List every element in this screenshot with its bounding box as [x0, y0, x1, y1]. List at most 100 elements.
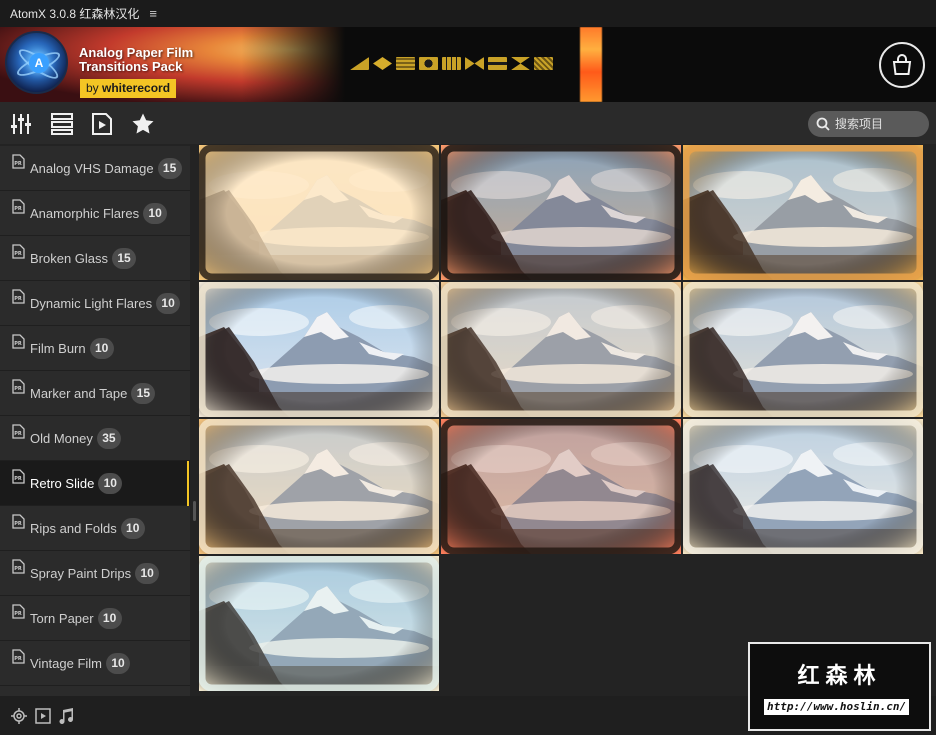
scrollbar-thumb[interactable]: [193, 501, 196, 521]
sidebar-item-label: Film Burn: [30, 340, 86, 356]
sidebar-item-label: Dynamic Light Flares: [30, 295, 153, 311]
sidebar-item-label: Spray Paint Drips: [30, 565, 132, 581]
preset-file-icon: PR: [12, 424, 25, 439]
sidebar-item-count: 10: [89, 337, 114, 359]
sidebar-item-count: 10: [98, 472, 123, 494]
sidebar-item-label: Torn Paper: [30, 610, 94, 626]
preset-thumbnail[interactable]: [441, 419, 681, 554]
sidebar-item[interactable]: PR Retro Slide 10: [0, 461, 190, 506]
preset-thumbnail[interactable]: [683, 145, 923, 280]
sidebar-item-count: 10: [143, 202, 168, 224]
sidebar-item-count: 10: [97, 607, 122, 629]
product-banner: A Analog Paper Film Transitions Pack by …: [0, 27, 936, 102]
preview-grid: [198, 144, 928, 696]
sidebar-item-count: 15: [112, 247, 137, 269]
preset-file-icon: PR: [12, 514, 25, 529]
sidebar-item[interactable]: PR Vintage Film 10: [0, 641, 190, 686]
list-icon: [51, 113, 73, 135]
list-view-button[interactable]: [50, 112, 74, 136]
menu-icon[interactable]: ≡: [149, 6, 157, 21]
preset-thumbnail[interactable]: [683, 419, 923, 554]
logo-letter: A: [29, 53, 49, 73]
preset-file-icon: PR: [12, 379, 25, 394]
preset-file-icon: PR: [12, 649, 25, 664]
sidebar-item[interactable]: PR Dynamic Light Flares 10: [0, 281, 190, 326]
svg-text:PR: PR: [14, 611, 22, 617]
banner-title-line2: Transitions Pack: [79, 59, 183, 74]
svg-text:PR: PR: [14, 521, 22, 527]
preset-thumbnail[interactable]: [199, 419, 439, 554]
music-icon[interactable]: [58, 708, 74, 724]
banner-title: Analog Paper Film Transitions Pack: [79, 46, 193, 74]
preset-thumbnail[interactable]: [683, 282, 923, 417]
title-bar: AtomX 3.0.8 红森林汉化 ≡: [0, 0, 936, 27]
sidebar-item-label: Old Money: [30, 430, 93, 446]
play-file-icon: [92, 113, 112, 135]
author-badge[interactable]: by whiterecord: [80, 79, 177, 98]
svg-text:PR: PR: [14, 656, 22, 662]
search-box[interactable]: [808, 111, 929, 137]
watermark-title: 红森林: [797, 664, 882, 689]
transition-icons-strip: [350, 57, 553, 70]
sidebar-item-label: Broken Glass: [30, 250, 109, 266]
transition-icon: [442, 57, 461, 70]
author-prefix: by: [86, 81, 103, 95]
sidebar-item-label: Retro Slide: [30, 475, 95, 491]
svg-text:PR: PR: [14, 476, 22, 482]
sidebar-scrollbar[interactable]: [191, 146, 198, 696]
svg-text:PR: PR: [14, 431, 22, 437]
sidebar-item-count: 15: [131, 382, 156, 404]
search-input[interactable]: [835, 117, 927, 131]
sidebar-item[interactable]: PR Marker and Tape 15: [0, 371, 190, 416]
preset-file-icon: PR: [12, 199, 25, 214]
sidebar-item[interactable]: PR Analog VHS Damage 15: [0, 146, 190, 191]
preset-file-icon: PR: [12, 244, 25, 259]
sidebar-item[interactable]: PR Spray Paint Drips 10: [0, 551, 190, 596]
svg-text:PR: PR: [14, 566, 22, 572]
transition-icon: [534, 57, 553, 70]
preview-button[interactable]: [90, 112, 114, 136]
sidebar-item-label: Anamorphic Flares: [30, 205, 140, 221]
sidebar-item-label: Vintage Film: [30, 655, 103, 671]
preset-file-icon: PR: [12, 469, 25, 484]
sidebar-item-count: 35: [96, 427, 121, 449]
preset-file-icon: PR: [12, 334, 25, 349]
svg-text:PR: PR: [14, 251, 22, 257]
transition-icon: [350, 57, 369, 70]
preset-thumbnail[interactable]: [199, 556, 439, 691]
favorites-button[interactable]: [131, 112, 155, 136]
sidebar-item[interactable]: PR Broken Glass 15: [0, 236, 190, 281]
target-icon[interactable]: [11, 708, 27, 724]
transition-icon: [419, 57, 438, 70]
preset-thumbnail[interactable]: [199, 145, 439, 280]
sidebar-item-label: Rips and Folds: [30, 520, 117, 536]
svg-text:PR: PR: [14, 296, 22, 302]
preset-thumbnail[interactable]: [441, 145, 681, 280]
preset-file-icon: PR: [12, 559, 25, 574]
transition-icon: [396, 57, 415, 70]
sidebar-item[interactable]: PR Film Burn 10: [0, 326, 190, 371]
sidebar-item[interactable]: PR Rips and Folds 10: [0, 506, 190, 551]
video-icon[interactable]: [35, 708, 51, 724]
sliders-icon: [11, 114, 31, 134]
atomx-logo: A: [5, 31, 68, 94]
sidebar-item[interactable]: PR Torn Paper 10: [0, 596, 190, 641]
preset-thumbnail[interactable]: [441, 282, 681, 417]
app-title: AtomX 3.0.8 红森林汉化: [10, 7, 140, 21]
mixer-button[interactable]: [9, 112, 33, 136]
sidebar-item[interactable]: PR Anamorphic Flares 10: [0, 191, 190, 236]
sidebar-item-count: 10: [120, 517, 145, 539]
category-sidebar: PR Analog VHS Damage 15 PR Anamorphic Flares…: [0, 146, 190, 696]
sidebar-item-count: 15: [157, 157, 182, 179]
store-button[interactable]: [879, 42, 925, 88]
svg-text:PR: PR: [14, 341, 22, 347]
sidebar-item[interactable]: PR Old Money 35: [0, 416, 190, 461]
preset-thumbnail[interactable]: [199, 282, 439, 417]
sidebar-item-count: 10: [156, 292, 181, 314]
shopping-bag-icon: [892, 54, 912, 75]
star-icon: [132, 113, 154, 134]
preset-file-icon: PR: [12, 289, 25, 304]
sidebar-item-label: Marker and Tape: [30, 385, 128, 401]
watermark-url: http://www.hoslin.cn/: [764, 699, 910, 715]
banner-flame-strip: [580, 27, 602, 102]
